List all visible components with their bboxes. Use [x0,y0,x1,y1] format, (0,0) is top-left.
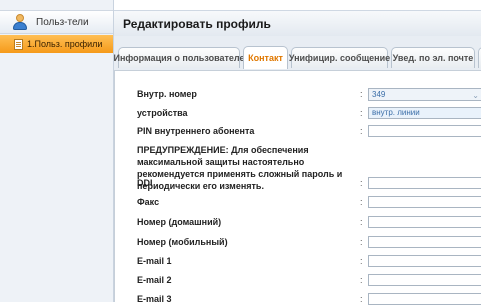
email3-label: E-mail 3 [137,294,172,304]
colon: : [360,275,363,285]
title-bar: Редактировать профиль [114,10,481,37]
security-warning: ПРЕДУПРЕЖДЕНИЕ: Для обеспечения максимал… [137,145,343,191]
sidebar: Польз-тели 1.Польз. профили [0,0,114,302]
mobile-phone-label: Номер (мобильный) [137,237,228,247]
email2-label: E-mail 2 [137,275,172,285]
main-content: Редактировать профиль Информация о польз… [113,0,481,305]
devices-label: устройства [137,108,188,118]
tab-bar: Информация о пользователе Контакт Унифиц… [113,36,481,71]
pin-label: PIN внутреннего абонента [137,126,255,136]
sidebar-header-label: Польз-тели [36,16,89,28]
sidebar-header-users[interactable]: Польз-тели [0,10,113,34]
home-phone-input[interactable] [368,216,481,228]
fax-label: Факс [137,197,160,207]
email1-label: E-mail 1 [137,256,172,266]
ddi-input[interactable] [368,177,481,189]
colon: : [360,89,363,99]
contact-form: Внутр. номер : 349 ⌄ устройства : внутр.… [114,71,481,305]
home-phone-label: Номер (домашний) [137,217,222,227]
colon: : [360,294,363,304]
colon: : [360,237,363,247]
colon: : [360,256,363,266]
fax-input[interactable] [368,196,481,208]
tab-unified-messaging[interactable]: Унифицир. сообщение [289,47,390,68]
tab-user-info[interactable]: Информация о пользователе [113,47,245,68]
ext-number-select[interactable]: 349 ⌄ [368,88,481,101]
devices-field[interactable]: внутр. линии [368,107,481,119]
ext-number-label: Внутр. номер [137,89,197,99]
mobile-phone-input[interactable] [368,236,481,248]
chevron-down-icon: ⌄ [472,91,479,100]
colon: : [360,178,363,188]
page-title: Редактировать профиль [123,17,271,31]
users-icon [12,14,28,30]
ddi-label: DDI [137,178,153,188]
tab-contact[interactable]: Контакт [243,46,288,69]
document-icon [14,38,23,50]
pin-input[interactable] [368,125,481,137]
email1-input[interactable] [368,255,481,267]
tab-email-notification[interactable]: Увед. по эл. почте [391,47,475,68]
colon: : [360,108,363,118]
colon: : [360,197,363,207]
email2-input[interactable] [368,274,481,286]
sidebar-item-user-profiles[interactable]: 1.Польз. профили [0,35,113,53]
email3-input[interactable] [368,293,481,305]
ext-number-value: 349 [372,90,386,99]
colon: : [360,217,363,227]
sidebar-item-label: 1.Польз. профили [27,39,103,49]
colon: : [360,126,363,136]
